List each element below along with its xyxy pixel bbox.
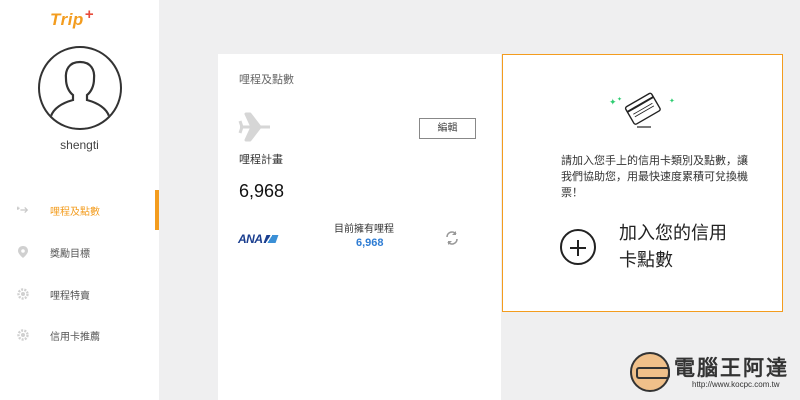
sidebar-item-label: 哩程及點數 [50,206,100,218]
plane-add-icon [17,204,29,216]
sidebar-item-miles-sale[interactable]: 哩程特賣 [0,274,159,314]
current-miles-label: 目前擁有哩程 [334,224,394,235]
miles-plan-value: 6,968 [239,181,285,201]
sidebar-item-reward-goal[interactable]: 獎勵目標 [0,232,159,272]
miles-points-card: 哩程及點數 編輯 哩程計畫 6,968 ANA 目前擁有哩程 6,968 [218,54,501,400]
sidebar-item-label: 信用卡推薦 [50,331,100,343]
user-silhouette-icon [49,60,111,118]
mascot-icon [630,352,670,392]
add-card-points-link[interactable]: 加入您的信用卡點數 [619,220,729,274]
svg-text:✦: ✦ [617,96,622,103]
svg-text:✦: ✦ [669,97,675,105]
sidebar-item-miles-points[interactable]: 哩程及點數 [0,190,159,230]
sidebar: Trip+ shengti 哩程及點數 獎勵目標 哩程特賣 信用卡推薦 [0,0,159,400]
miles-plan-label: 哩程計畫 [239,154,283,166]
svg-text:✦: ✦ [609,98,617,108]
gear-icon [17,329,29,341]
watermark-url: http://www.kocpc.com.tw [692,380,780,389]
airplane-icon [238,112,270,142]
sync-icon[interactable] [444,230,460,246]
username: shengti [60,138,99,152]
current-miles-value: 6,968 [356,237,384,249]
card-title: 哩程及點數 [239,74,294,86]
location-pin-icon [17,246,29,258]
gear-icon [17,288,29,300]
edit-button[interactable]: 編輯 [419,118,476,139]
watermark: 電腦王阿達 http://www.kocpc.com.tw [622,348,800,400]
brand-logo[interactable]: Trip+ [50,6,94,30]
add-card-plus-icon[interactable] [560,229,596,265]
add-credit-card-panel: ✦ ✦ ✦ 請加入您手上的信用卡類別及點數，讓我們協助您，用最快速度累積可兌換機… [502,54,783,312]
sidebar-item-card-recommend[interactable]: 信用卡推薦 [0,315,159,355]
sidebar-item-label: 哩程特賣 [50,290,90,302]
avatar[interactable] [38,46,122,130]
sidebar-item-label: 獎勵目標 [50,248,90,260]
credit-card-icon: ✦ ✦ ✦ [609,92,675,128]
ana-airline-logo: ANA [238,232,278,246]
promo-text: 請加入您手上的信用卡類別及點數，讓我們協助您，用最快速度累積可兌換機票！ [561,155,748,199]
watermark-title: 電腦王阿達 [674,357,789,380]
